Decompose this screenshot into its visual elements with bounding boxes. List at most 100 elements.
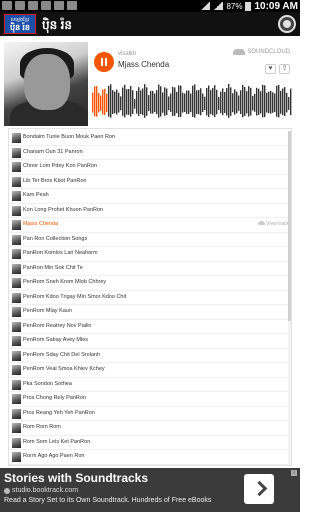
share-icon[interactable]: ⇪	[279, 64, 290, 74]
app-bar: សម្លេងខ្មែរ ប៉ិន រ៉ន ប៉ិន រ៉ន	[0, 12, 300, 36]
track-row[interactable]: PanRon Min Sok Chit Te	[9, 262, 291, 276]
waveform-bar	[198, 89, 200, 115]
track-thumbnail	[12, 423, 21, 433]
track-row[interactable]: PenRom Sabay Avey Mles	[9, 334, 291, 349]
track-row[interactable]: Lib Ter Bros Kbot PanRon	[9, 175, 291, 189]
waveform-bar	[112, 90, 114, 115]
track-row[interactable]: Chnor Lom Pdey Kon PanRon	[9, 160, 291, 175]
track-thumbnail	[12, 408, 21, 419]
waveform-bar	[200, 88, 202, 116]
battery-icon	[245, 1, 252, 11]
waveform-bar	[290, 88, 292, 116]
track-thumbnail	[12, 205, 21, 216]
signal-icon	[213, 2, 224, 10]
waveform-bar	[120, 96, 122, 111]
overflow-menu-icon[interactable]	[278, 15, 296, 33]
track-row[interactable]: PanRon Komlos Lan Neahorm	[9, 247, 291, 262]
track-row[interactable]: PenRom Sday Chit Del Srolanh	[9, 349, 291, 363]
ad-url[interactable]: studio.booktrack.com	[4, 487, 78, 494]
track-row[interactable]: Pros Chong Rely PanRon	[9, 392, 291, 407]
waveform-bar	[262, 84, 264, 118]
waveform-bar	[280, 90, 282, 114]
soundcloud-logo[interactable]: SOUNDCLOUD	[233, 49, 290, 55]
ad-open-button[interactable]	[244, 474, 274, 504]
like-icon[interactable]: ♥	[265, 64, 276, 74]
track-row[interactable]: Rom Rom Rom	[9, 421, 291, 436]
waveform-bar	[220, 91, 222, 114]
track-row[interactable]: Pka Sondon Sothea	[9, 378, 291, 392]
waveform-bar	[270, 90, 272, 114]
track-thumbnail	[12, 162, 21, 172]
track-list[interactable]: Bondaim Tunle Buon Mouk Paen Ron Chanam O…	[8, 128, 292, 466]
track-name: PanRon Komlos Lan Neahorm	[23, 250, 98, 256]
waveform-bar	[252, 96, 254, 111]
ad-title[interactable]: Stories with Soundtracks	[4, 471, 148, 485]
waveform-bar	[158, 84, 160, 118]
waveform-bar	[242, 84, 244, 118]
app-logo[interactable]: សម្លេងខ្មែរ ប៉ិន រ៉ន	[4, 14, 36, 34]
waveform-bar	[258, 88, 260, 115]
waveform-bar	[190, 93, 192, 113]
track-row[interactable]: Kon Long Prohet Khuon PanRon	[9, 204, 291, 218]
waveform-bar	[234, 89, 236, 115]
track-name: PenRom Kdoo Tngay Min Smor Kdoo Chit	[23, 293, 127, 300]
waveform-bar	[232, 93, 234, 113]
pause-button[interactable]	[94, 52, 114, 72]
track-row[interactable]: Rom Som Leis Ket PanRon	[9, 436, 291, 450]
track-thumbnail	[12, 220, 21, 230]
waveform-bar	[144, 84, 146, 118]
waveform-bar	[182, 92, 184, 113]
waveform-bar	[126, 89, 128, 115]
track-row[interactable]: Chanam Oun 31 Panron	[9, 146, 291, 160]
track-row[interactable]: PenRom Reatrey Nov Pailin	[9, 320, 291, 334]
track-thumbnail	[12, 133, 21, 143]
uploader-name[interactable]: visalkh	[118, 51, 136, 57]
waveform-bar	[154, 93, 156, 113]
track-name: Kon Long Prohet Khuon PanRon	[23, 206, 104, 213]
waveform-bar	[286, 92, 288, 113]
track-row[interactable]: Kam Peah	[9, 189, 291, 204]
track-row[interactable]: Pan Ron Collection Songs	[9, 233, 291, 247]
waveform-bar	[260, 91, 262, 114]
scrollbar-thumb[interactable]	[288, 131, 291, 321]
track-row[interactable]: Mjass Chenda View track	[9, 218, 291, 233]
scrollbar[interactable]	[288, 131, 291, 465]
waveform-bar	[226, 88, 228, 116]
waveform-bar	[188, 90, 190, 114]
view-track-link[interactable]: View track	[258, 221, 289, 227]
waveform-bar	[274, 93, 276, 113]
track-thumbnail	[12, 292, 21, 303]
waveform-bar	[146, 87, 148, 116]
track-row[interactable]: PenRom Kdoo Tngay Min Smor Kdoo Chit	[9, 291, 291, 305]
waveform-bar	[176, 91, 178, 114]
track-thumbnail	[12, 321, 21, 332]
waveform-bar	[130, 86, 132, 117]
ad-info-icon[interactable]: i	[291, 470, 297, 476]
ad-banner[interactable]: Stories with Soundtracks studio.booktrac…	[0, 468, 300, 512]
track-row[interactable]: PenRom Mlay Kaun	[9, 305, 291, 320]
track-thumbnail	[12, 394, 21, 404]
clock: 10:09 AM	[254, 0, 298, 12]
track-thumbnail	[12, 437, 21, 448]
waveform-bar	[244, 86, 246, 117]
waveform-bar	[110, 84, 112, 118]
track-row[interactable]: Rorm Ago Ago Paen Ron	[9, 450, 291, 465]
track-name: PenRom Sabay Avey Mles	[23, 337, 89, 343]
waveform-bar	[250, 87, 252, 116]
track-row[interactable]: Pros Reang Yeh Yeh PanRon	[9, 407, 291, 421]
track-row[interactable]: PenRom Veal Smoa Khiev Kchey	[9, 363, 291, 378]
soundcloud-label: SOUNDCLOUD	[247, 49, 290, 55]
waveform[interactable]	[92, 79, 292, 121]
waveform-bar	[202, 93, 204, 113]
waveform-bar	[98, 93, 100, 113]
waveform-bar	[178, 85, 180, 117]
waveform-bar	[94, 86, 96, 117]
track-thumbnail	[12, 234, 21, 245]
track-row[interactable]: PenRom Sneh Krom Mlob Chhrey	[9, 276, 291, 291]
track-name: PanRon Min Sok Chit Te	[23, 264, 83, 271]
track-row[interactable]: Bondaim Tunle Buon Mouk Paen Ron	[9, 131, 291, 146]
waveform-bar	[214, 85, 216, 118]
download-icon	[67, 1, 77, 10]
track-title[interactable]: Mjass Chenda	[118, 60, 169, 69]
waveform-bar	[132, 90, 134, 115]
